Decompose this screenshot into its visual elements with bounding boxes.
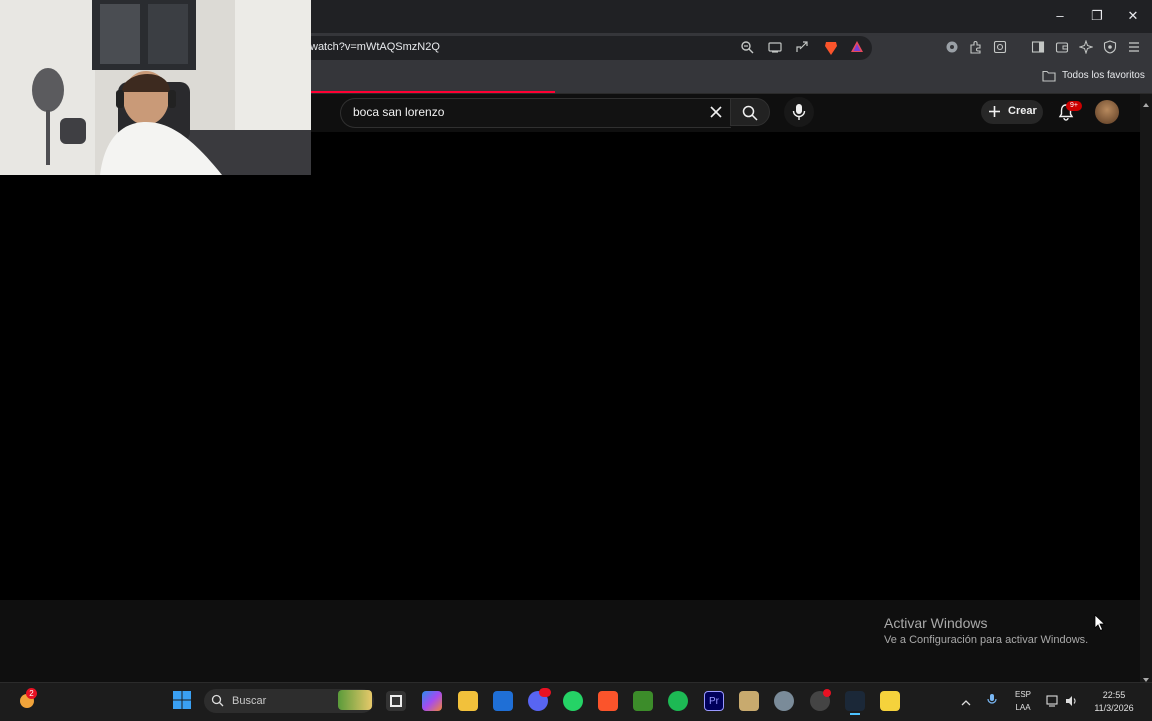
spotify-icon[interactable] [668,691,688,711]
close-button[interactable]: ✕ [1119,6,1147,26]
page-scrollbar[interactable] [1140,94,1152,682]
show-hidden-icons-icon[interactable] [961,695,971,706]
video-player[interactable] [0,132,1140,600]
mouse-cursor-icon [1094,614,1106,632]
scroll-up-icon[interactable] [1142,96,1150,107]
cast-icon[interactable] [767,40,783,56]
brave-browser-icon[interactable] [598,691,618,711]
discord-badge [539,688,551,697]
search-button[interactable] [730,98,770,126]
extensions-puzzle-icon[interactable] [968,40,984,56]
leo-ai-icon[interactable] [1078,39,1094,56]
notifications-badge: 9+ [1066,101,1082,111]
page-load-progress [310,91,555,93]
app-alert-badge [823,689,831,697]
share-icon[interactable] [794,40,810,56]
wallet-icon[interactable] [1054,40,1070,56]
restore-button[interactable]: ❐ [1083,6,1111,26]
minimize-button[interactable]: – [1046,6,1074,26]
clock-date[interactable]: 11/3/2026 [1086,703,1142,713]
microphone-icon [792,104,806,120]
webcam-overlay [0,0,311,175]
microphone-tray-icon[interactable] [987,693,997,707]
app-icon[interactable] [880,691,900,711]
plus-icon [988,105,1001,118]
league-of-legends-icon[interactable] [739,691,759,711]
search-icon [742,105,758,121]
extension-icon[interactable] [944,40,960,56]
folder-icon[interactable] [1042,69,1056,82]
address-bar-url: watch?v=mWtAQSmzN2Q [310,41,440,53]
volume-icon[interactable] [1065,694,1079,706]
brave-rewards-icon[interactable] [849,40,865,56]
zoom-icon[interactable] [739,40,755,56]
widget-notification-badge: 2 [26,688,37,699]
whatsapp-icon[interactable] [563,691,583,711]
steam-icon[interactable] [845,691,865,711]
language-indicator-bottom[interactable]: LAA [1012,703,1034,712]
settings-gear-icon[interactable] [774,691,794,711]
all-bookmarks-link[interactable]: Todos los favoritos [1062,70,1145,81]
premiere-pro-icon[interactable]: Pr [704,691,724,711]
screenshot-icon[interactable] [992,40,1008,56]
scroll-down-icon[interactable] [1142,671,1150,682]
menu-icon[interactable] [1126,40,1142,56]
clock-time[interactable]: 22:55 [1088,690,1140,700]
vpn-icon[interactable] [1102,40,1118,56]
start-button-icon[interactable] [173,691,191,709]
activate-windows-subtitle: Ve a Configuración para activar Windows. [884,634,1089,646]
taskbar-search-icon [211,694,224,707]
language-indicator-top[interactable]: ESP [1012,690,1034,699]
brave-shields-icon[interactable] [823,40,839,56]
search-highlight-image [338,690,372,710]
file-explorer-icon[interactable] [458,691,478,711]
network-icon[interactable] [1046,694,1060,707]
task-view-icon[interactable] [386,691,406,711]
voice-search-button[interactable] [784,97,814,127]
steam-active-indicator [850,713,860,715]
search-query: boca san lorenzo [353,105,445,119]
sidebar-icon[interactable] [1030,40,1046,56]
avatar[interactable] [1095,100,1119,124]
create-button-label: Crear [1008,105,1037,117]
microsoft-store-icon[interactable] [493,691,513,711]
taskbar-search-placeholder: Buscar [232,695,267,707]
copilot-icon[interactable] [422,691,442,711]
clear-search-icon[interactable] [708,104,724,120]
activate-windows-title: Activar Windows [884,615,988,631]
minecraft-icon[interactable] [633,691,653,711]
